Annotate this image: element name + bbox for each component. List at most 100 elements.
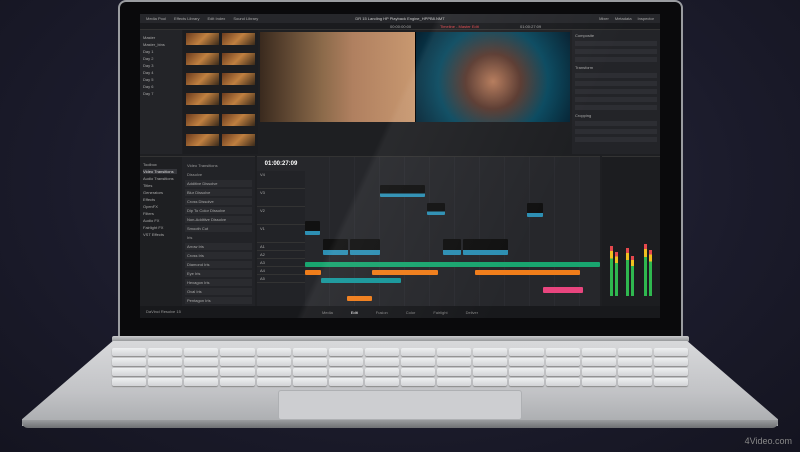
transition-item[interactable]: Additive Dissolve <box>185 180 252 187</box>
inspector-section[interactable]: Composite <box>575 33 594 38</box>
transition-item[interactable]: Blur Dissolve <box>185 189 252 196</box>
bin-item[interactable]: Day 2 <box>143 56 179 61</box>
clip-thumbnail[interactable] <box>222 133 255 146</box>
clip-thumbnail[interactable] <box>186 113 219 126</box>
effects-category[interactable]: Audio FX <box>143 218 177 223</box>
inspector-section[interactable]: Cropping <box>575 113 591 118</box>
page-tab-edit[interactable]: Edit <box>351 310 358 315</box>
bin-item[interactable]: Master_bins <box>143 42 179 47</box>
audio-clip[interactable] <box>475 270 580 275</box>
bin-item[interactable]: Master <box>143 35 179 40</box>
clip-thumbnail[interactable] <box>222 73 255 86</box>
transition-item[interactable]: Cross Iris <box>185 252 252 259</box>
transition-item[interactable]: Oval Iris <box>185 288 252 295</box>
bin-item[interactable]: Day 1 <box>143 49 179 54</box>
keyboard-key <box>437 358 472 366</box>
video-clip[interactable] <box>527 203 543 217</box>
keyboard-key <box>653 348 688 356</box>
audio-mixer <box>602 156 660 306</box>
audio-clip[interactable] <box>372 270 438 275</box>
track-header: A3 <box>257 259 305 267</box>
transition-item[interactable]: Cross Dissolve <box>185 198 252 205</box>
timeline-viewer[interactable] <box>415 32 570 122</box>
page-tab-fairlight[interactable]: Fairlight <box>433 310 447 315</box>
inspector-section[interactable]: Transform <box>575 65 593 70</box>
track-header: V1 <box>257 225 305 243</box>
keyboard-key <box>112 378 147 386</box>
page-tab-color[interactable]: Color <box>406 310 416 315</box>
keyboard-key <box>617 348 652 356</box>
audio-clip[interactable] <box>305 262 600 267</box>
transition-item[interactable]: Eye Iris <box>185 270 252 277</box>
clip-thumbnail[interactable] <box>222 113 255 126</box>
effects-category[interactable]: Audio Transitions <box>143 176 177 181</box>
keyboard-key <box>401 378 436 386</box>
transition-item[interactable]: Non-Additive Dissolve <box>185 216 252 223</box>
track-name: V3 <box>260 190 265 195</box>
transition-item[interactable]: Diamond Iris <box>185 261 252 268</box>
transition-item[interactable]: Hexagon Iris <box>185 279 252 286</box>
clip-thumbnail[interactable] <box>222 33 255 45</box>
clip-thumbnail[interactable] <box>222 93 255 106</box>
audio-clip[interactable] <box>321 278 401 283</box>
audio-clip[interactable] <box>543 287 583 293</box>
bin-item[interactable]: Day 4 <box>143 70 179 75</box>
timeline-name[interactable]: Timeline - Master Edit <box>440 24 479 29</box>
keyboard-key <box>112 358 147 366</box>
page-tab-deliver[interactable]: Deliver <box>466 310 478 315</box>
keyboard-key <box>437 378 472 386</box>
video-clip[interactable] <box>427 203 445 215</box>
bin-item[interactable]: Day 6 <box>143 84 179 89</box>
effects-category[interactable]: Fairlight FX <box>143 225 177 230</box>
clip-thumbnail[interactable] <box>186 93 219 106</box>
clip-thumbnail[interactable] <box>222 53 255 66</box>
clip-thumbnail[interactable] <box>186 33 219 45</box>
keyboard-key <box>328 368 363 376</box>
keyboard-key <box>509 358 544 366</box>
keyboard-key <box>617 378 652 386</box>
video-clip[interactable] <box>350 239 380 255</box>
source-viewer[interactable] <box>260 32 415 122</box>
effects-category[interactable]: Toolbox <box>143 162 177 167</box>
effects-group-header: Dissolve <box>187 172 203 177</box>
bin-item[interactable]: Day 7 <box>143 91 179 96</box>
bin-item[interactable]: Day 5 <box>143 77 179 82</box>
track-header: A4 <box>257 267 305 275</box>
keyboard-key <box>437 348 472 356</box>
page-tab-media[interactable]: Media <box>322 310 333 315</box>
clip-thumbnail[interactable] <box>186 133 219 146</box>
transport-controls[interactable] <box>260 124 570 138</box>
keyboard-key <box>256 368 291 376</box>
page-tab-fusion[interactable]: Fusion <box>376 310 388 315</box>
clip-thumbnail[interactable] <box>186 53 219 66</box>
transition-item[interactable]: Dip To Color Dissolve <box>185 207 252 214</box>
audio-clip[interactable] <box>347 296 372 301</box>
transition-item[interactable]: Smooth Cut <box>185 225 252 232</box>
keyboard-key <box>364 378 399 386</box>
video-clip[interactable] <box>463 239 508 255</box>
effects-category[interactable]: VST Effects <box>143 232 177 237</box>
effects-category[interactable]: Effects <box>143 197 177 202</box>
effects-category[interactable]: Titles <box>143 183 177 188</box>
track-header: A2 <box>257 251 305 259</box>
keyboard-key <box>437 368 472 376</box>
video-clip[interactable] <box>323 239 348 255</box>
transition-item[interactable]: Arrow Iris <box>185 243 252 250</box>
keyboard-key <box>617 358 652 366</box>
audio-clip[interactable] <box>305 270 321 275</box>
effects-category[interactable]: OpenFX <box>143 204 177 209</box>
effects-category[interactable]: Video Transitions <box>143 169 177 174</box>
effects-category[interactable]: Generators <box>143 190 177 195</box>
keyboard-key <box>473 368 508 376</box>
track-name: V1 <box>260 226 265 231</box>
video-clip[interactable] <box>305 221 320 235</box>
video-clip[interactable] <box>380 185 425 197</box>
clip-thumbnail[interactable] <box>186 73 219 86</box>
keyboard-key <box>653 378 688 386</box>
track-name: V2 <box>260 208 265 213</box>
effects-category[interactable]: Filters <box>143 211 177 216</box>
keyboard-key <box>220 358 255 366</box>
transition-item[interactable]: Pentagon Iris <box>185 297 252 304</box>
video-clip[interactable] <box>443 239 461 255</box>
bin-item[interactable]: Day 3 <box>143 63 179 68</box>
